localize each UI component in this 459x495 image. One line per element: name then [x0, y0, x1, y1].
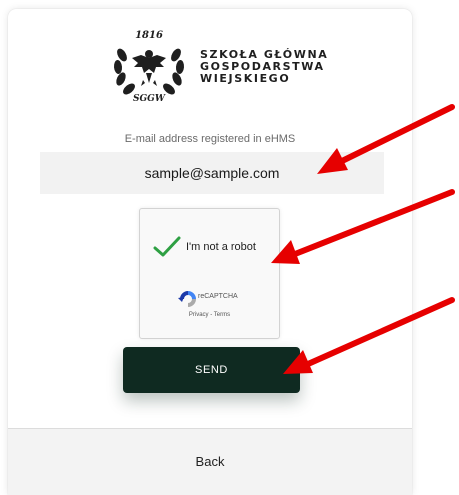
sggw-emblem-icon: 1816 SGGW	[113, 30, 185, 104]
login-card: 1816 SGGW SZKOŁA GŁÓWNA GOSPODARSTWA WIE…	[8, 9, 412, 495]
recaptcha-label: I'm not a robot	[186, 241, 256, 253]
logo-line-3: WIEJSKIEGO	[200, 72, 291, 85]
recaptcha-brand: reCAPTCHA	[198, 293, 238, 300]
recaptcha-logo-icon	[178, 291, 196, 307]
email-field[interactable]	[40, 152, 384, 194]
logo-year: 1816	[135, 30, 163, 41]
back-link[interactable]: Back	[8, 429, 412, 495]
send-button[interactable]: SEND	[123, 347, 300, 393]
screen: 1816 SGGW SZKOŁA GŁÓWNA GOSPODARSTWA WIE…	[0, 0, 459, 495]
email-label: E-mail address registered in eHMS	[124, 133, 296, 145]
recaptcha-privacy-terms[interactable]: Privacy - Terms	[140, 312, 279, 318]
logo-wordmark: SZKOŁA GŁÓWNA GOSPODARSTWA WIEJSKIEGO	[200, 49, 328, 85]
footer-bar: Back	[8, 428, 412, 495]
checkmark-icon[interactable]	[152, 235, 182, 259]
recaptcha-widget: I'm not a robot reCAPTCHA Privacy - Term…	[139, 208, 280, 339]
logo-monogram: SGGW	[133, 94, 166, 104]
sggw-logo: 1816 SGGW SZKOŁA GŁÓWNA GOSPODARSTWA WIE…	[108, 25, 328, 107]
